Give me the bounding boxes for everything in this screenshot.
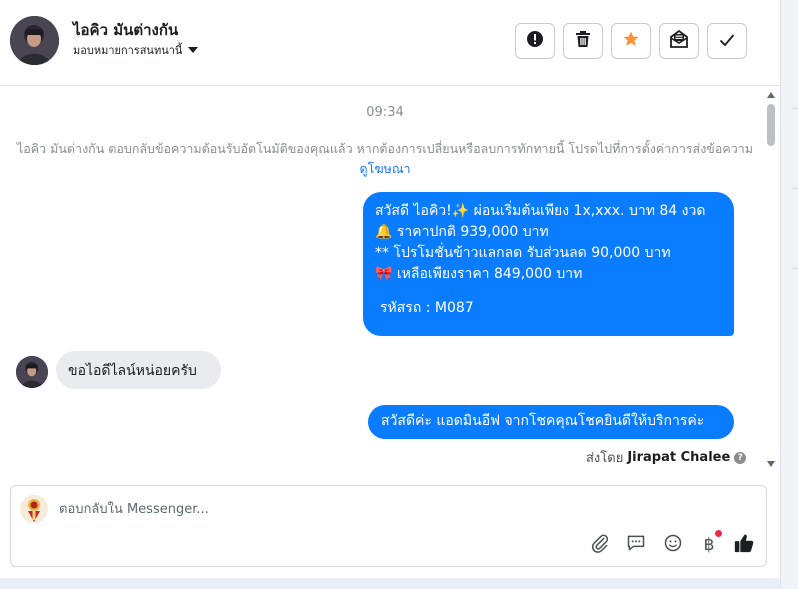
delete-button[interactable] <box>563 23 603 59</box>
attach-button[interactable] <box>588 533 612 557</box>
contact-name: ไอคิว มันต่างกัน <box>73 21 179 39</box>
trash-icon <box>575 30 591 52</box>
message-line: สวัสดี ไอคิว!✨ ผ่อนเริ่มต้นเพียง 1x,xxx.… <box>375 203 706 219</box>
message-line: รหัสรถ : M087 <box>380 300 474 316</box>
conversation-panel: ไอคิว มันต่างกัน มอบหมายการสนทนานี้ 09:3… <box>0 0 780 578</box>
sent-by-label: ส่งโดย Jirapat Chalee ? <box>586 447 747 468</box>
divider <box>792 188 798 189</box>
alert-circle-icon <box>526 30 544 52</box>
message-line: ** โปรโมชั่นข้าวแลกลด รับส่วนลด 90,000 บ… <box>375 245 671 261</box>
scrollbar-thumb[interactable] <box>767 104 775 146</box>
message-timestamp: 09:34 <box>366 105 404 120</box>
sent-by-prefix: ส่งโดย <box>586 451 624 466</box>
saved-reply-icon <box>626 533 646 557</box>
notification-dot <box>715 530 722 537</box>
paperclip-icon <box>590 533 610 557</box>
help-icon[interactable]: ? <box>734 451 747 464</box>
star-icon <box>622 30 640 52</box>
right-edge-strip <box>780 0 798 589</box>
mark-done-button[interactable] <box>707 23 747 59</box>
scroll-down-arrow-icon[interactable] <box>767 461 775 467</box>
page-avatar <box>20 495 48 523</box>
payment-button[interactable]: ฿ <box>697 530 722 557</box>
envelope-icon <box>670 29 688 52</box>
emoji-icon <box>663 533 683 557</box>
report-spam-button[interactable] <box>515 23 555 59</box>
reply-input[interactable] <box>59 499 619 519</box>
assign-dropdown[interactable]: มอบหมายการสนทนานี้ <box>73 41 199 59</box>
like-button[interactable] <box>732 533 756 557</box>
message-scrollbar[interactable] <box>764 88 778 471</box>
payment-icon: ฿ <box>703 535 715 555</box>
message-line: 🔔 ราคาปกติ 939,000 บาท <box>375 224 549 240</box>
incoming-message-bubble: ขอไอดีไลน์หน่อยครับ <box>56 351 221 389</box>
like-icon <box>733 532 755 558</box>
contact-avatar[interactable] <box>10 16 59 65</box>
sent-by-name: Jirapat Chalee <box>627 450 731 465</box>
message-line: 🎀 เหลือเพียงราคา 849,000 บาท <box>375 266 583 282</box>
chevron-down-icon <box>188 47 199 53</box>
system-message: ไอคิว มันต่างกัน ตอบกลับข้อความต้อนรับอั… <box>14 139 756 179</box>
view-ad-link[interactable]: ดูโฆษณา <box>360 161 411 176</box>
star-button[interactable] <box>611 23 651 59</box>
emoji-button[interactable] <box>661 533 685 557</box>
conversation-header: ไอคิว มันต่างกัน มอบหมายการสนทนานี้ <box>0 0 780 86</box>
check-icon <box>719 32 735 51</box>
system-message-text: ไอคิว มันต่างกัน ตอบกลับข้อความต้อนรับอั… <box>17 141 753 156</box>
scroll-up-arrow-icon[interactable] <box>767 92 775 98</box>
saved-reply-button[interactable] <box>624 533 648 557</box>
outgoing-message-bubble: สวัสดี ไอคิว!✨ ผ่อนเริ่มต้นเพียง 1x,xxx.… <box>363 192 734 336</box>
divider <box>792 268 798 269</box>
assign-label: มอบหมายการสนทนานี้ <box>73 44 183 57</box>
reply-composer: ฿ <box>10 485 767 567</box>
outgoing-message-bubble: สวัสดีค่ะ แอดมินอีฟ จากโชคคุณโชคยินดีให้… <box>368 405 734 439</box>
divider <box>792 108 798 109</box>
mark-unread-button[interactable] <box>659 23 699 59</box>
sender-avatar[interactable] <box>16 356 48 388</box>
